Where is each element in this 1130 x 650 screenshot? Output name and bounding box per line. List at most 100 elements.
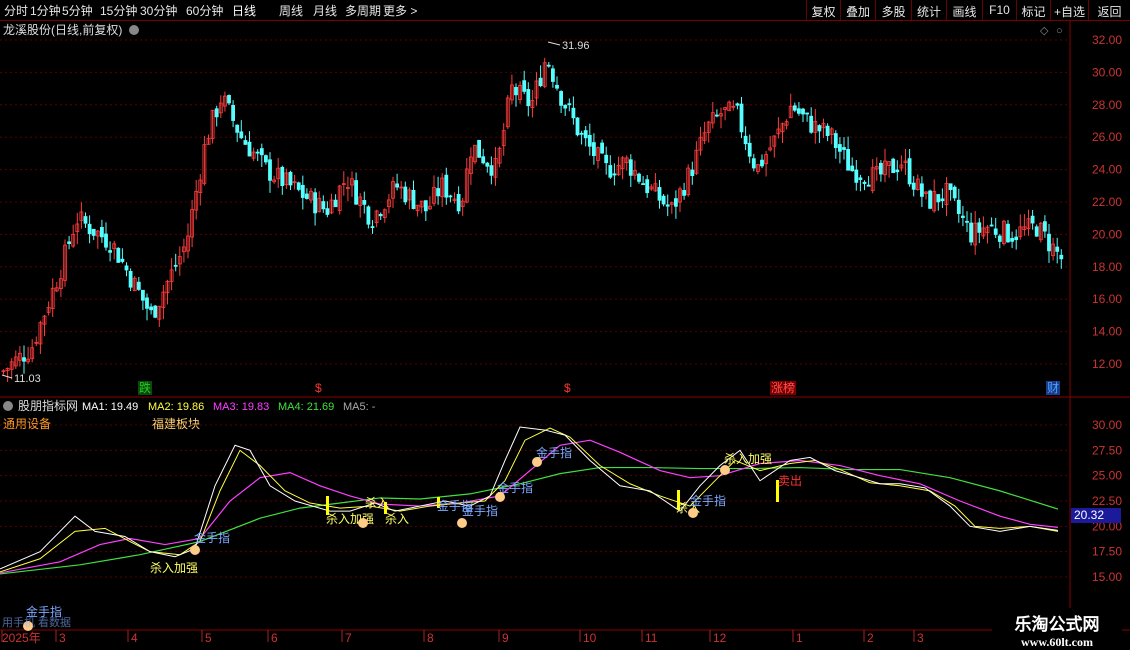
tool-button-5[interactable]: F10: [982, 0, 1016, 20]
watermark-title: 乐淘公式网: [1014, 615, 1100, 634]
candle-body: [993, 228, 998, 235]
period-tab-5[interactable]: 60分钟: [186, 2, 223, 19]
candle-body: [571, 107, 576, 119]
candle-body: [579, 132, 584, 135]
industry-label: 通用设备: [3, 417, 51, 431]
candle-body: [911, 182, 916, 190]
price-axis-label: 30.00: [1092, 65, 1122, 79]
tool-button-7[interactable]: +自选: [1050, 0, 1088, 20]
candle-body: [838, 144, 842, 152]
mobile-ticker-text: 用手机 看数据: [2, 615, 71, 629]
candle-body: [247, 141, 252, 157]
time-axis-label-6: 8: [427, 631, 434, 645]
candle-body: [997, 235, 1002, 242]
candle-body: [952, 186, 957, 199]
candle-body: [805, 112, 809, 115]
candle-body: [436, 188, 441, 197]
period-tab-8[interactable]: 月线: [313, 2, 337, 19]
candle-body: [833, 133, 838, 149]
candle-body: [325, 208, 330, 215]
candle-body: [1043, 221, 1047, 232]
time-axis-label-11: 1: [796, 631, 803, 645]
candle-body: [842, 147, 846, 150]
candle-body: [612, 173, 617, 176]
candle-body: [255, 151, 260, 154]
candle-body: [858, 177, 863, 180]
ma-value-4: MA4: 21.69: [278, 401, 334, 413]
candle-body: [1006, 223, 1010, 243]
candle-body: [961, 215, 965, 218]
candle-body: [739, 103, 744, 133]
candle-body: [456, 193, 461, 212]
candle-body: [370, 226, 375, 228]
signal-label-13: 卖出: [778, 474, 802, 488]
candle-body: [792, 105, 797, 111]
candle-body: [128, 270, 133, 288]
price-axis-label: 20.00: [1092, 227, 1122, 241]
candle-body: [100, 227, 104, 238]
candle-body: [104, 233, 108, 248]
hand-pointer-icon: [495, 492, 505, 502]
period-tab-10[interactable]: 更多 >: [383, 2, 417, 19]
period-tab-6[interactable]: 日线: [232, 2, 256, 19]
candle-body: [83, 216, 88, 224]
indicator-axis-label: 27.50: [1092, 443, 1122, 457]
candle-body: [989, 224, 994, 227]
period-tab-0[interactable]: 分时: [4, 2, 28, 19]
indicator-axis-label: 17.50: [1092, 545, 1122, 559]
candle-body: [969, 222, 973, 243]
candle-body: [682, 189, 686, 196]
candle-body: [743, 135, 748, 145]
candle-body: [300, 184, 305, 198]
tool-button-3[interactable]: 统计: [911, 0, 946, 20]
candle-body: [1030, 215, 1035, 224]
tool-button-8[interactable]: 返回: [1088, 0, 1130, 20]
candle-body: [173, 264, 178, 267]
period-tab-2[interactable]: 5分钟: [62, 2, 93, 19]
candle-body: [575, 117, 580, 136]
watermark-logo: 乐淘公式网 www.60lt.com: [992, 608, 1122, 649]
period-tab-1[interactable]: 1分钟: [30, 2, 61, 19]
time-axis-label-10: 12: [713, 631, 727, 645]
period-tab-4[interactable]: 30分钟: [140, 2, 177, 19]
event-marker-2: $: [564, 381, 571, 395]
time-axis-label-9: 11: [645, 631, 658, 645]
candle-body: [448, 195, 453, 198]
time-axis-label-2: 4: [131, 631, 138, 645]
tool-button-4[interactable]: 画线: [946, 0, 982, 20]
high-marker-line: [547, 41, 561, 46]
candle-body: [1047, 233, 1051, 252]
main-title: 龙溪股份(日线,前复权): [3, 22, 122, 37]
diamond-icon: ◇: [1040, 25, 1049, 37]
candle-body: [362, 200, 367, 205]
period-tab-7[interactable]: 周线: [279, 2, 303, 19]
candle-body: [690, 169, 695, 177]
event-marker-0: 跌: [139, 380, 151, 395]
period-tab-9[interactable]: 多周期: [345, 2, 381, 19]
period-toolbar: 分时 1分钟 5分钟 15分钟 30分钟 60分钟 日线 周线 月线 多周期 更多 > 复权 叠加 多股统…: [0, 0, 1130, 21]
candle-body: [735, 103, 740, 106]
candle-body: [243, 140, 248, 145]
signal-label-10: 金手指: [536, 445, 572, 460]
tool-button-6[interactable]: 标记: [1016, 0, 1050, 20]
tool-button-0[interactable]: 复权: [806, 0, 840, 20]
price-axis-label: 32.00: [1092, 33, 1122, 47]
ma1-line: [0, 426, 1059, 570]
high-price-label: 31.96: [562, 40, 590, 52]
tool-button-1[interactable]: 叠加: [840, 0, 875, 20]
indicator-axis-label: 25.00: [1092, 469, 1122, 483]
candle-body: [313, 192, 318, 214]
candle-body: [587, 134, 592, 147]
candle-body: [895, 169, 900, 173]
candle-body: [940, 198, 945, 202]
tool-button-2[interactable]: 多股: [875, 0, 911, 20]
candle-body: [555, 84, 559, 89]
signal-label-5: 杀入: [365, 495, 389, 510]
candle-body: [481, 156, 486, 164]
ma-value-1: MA1: 19.49: [82, 401, 138, 413]
candle-body: [546, 64, 551, 67]
candle-body: [583, 130, 588, 139]
period-tab-3[interactable]: 15分钟: [100, 2, 137, 19]
candle-body: [149, 306, 154, 311]
candle-body: [846, 149, 850, 171]
